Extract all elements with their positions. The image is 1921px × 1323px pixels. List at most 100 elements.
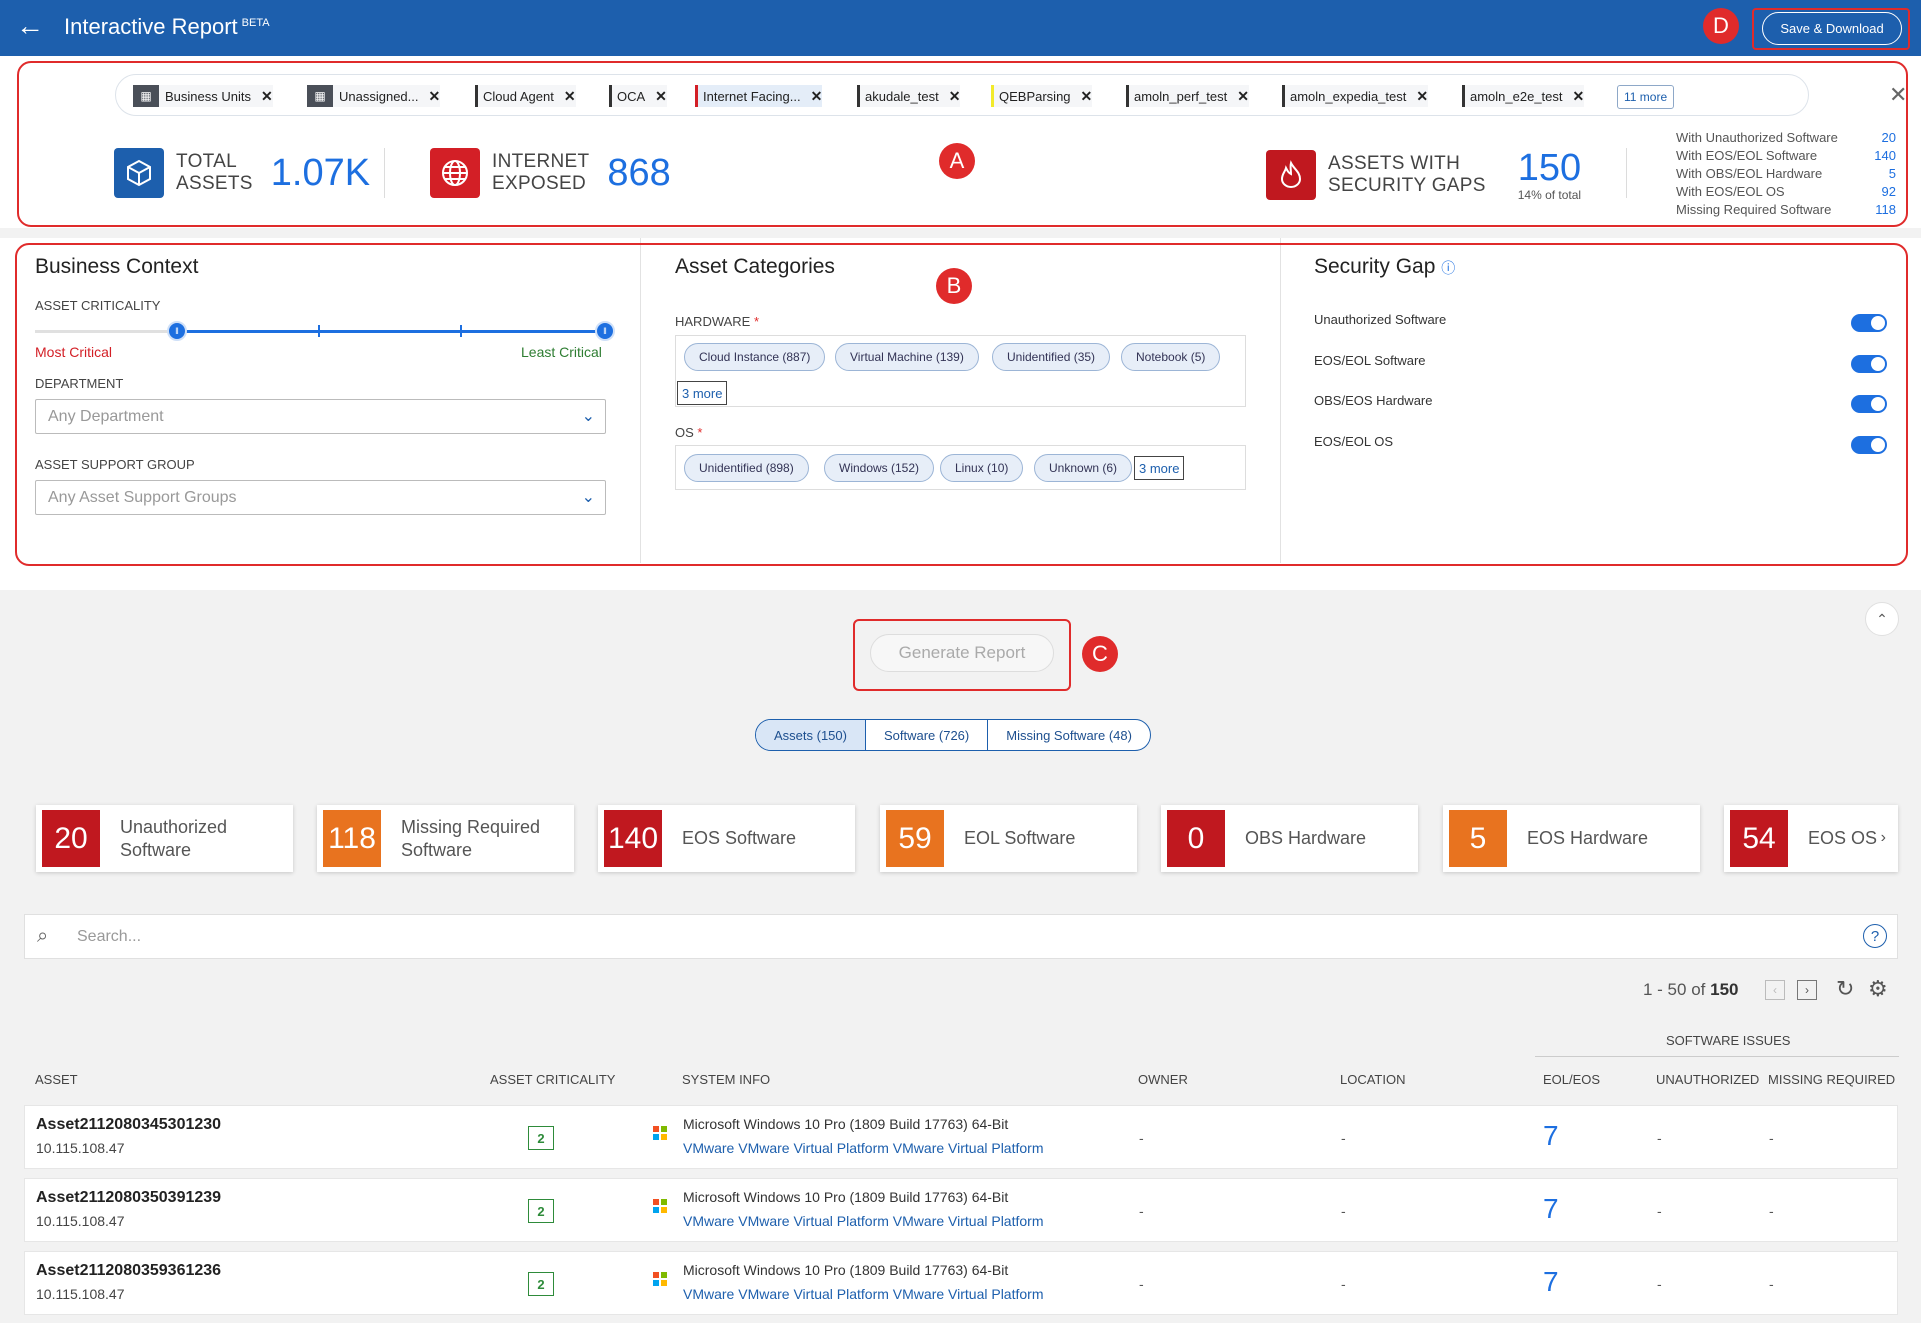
filter-chip[interactable]: Cloud Agent ✕ — [475, 85, 576, 107]
eol-count-link[interactable]: 7 — [1543, 1120, 1559, 1152]
issue-card[interactable]: 0 OBS Hardware — [1161, 805, 1418, 872]
back-arrow-icon[interactable]: ← — [16, 12, 44, 40]
hardware-tag[interactable]: Virtual Machine (139) — [835, 343, 979, 371]
breakdown-row: With EOS/EOL Software 140 — [1676, 148, 1896, 166]
total-assets-stat: TOTAL ASSETS 1.07K — [114, 148, 370, 198]
criticality-min-handle[interactable]: ‖ — [167, 321, 187, 341]
col-owner[interactable]: OWNER — [1138, 1072, 1188, 1087]
more-filters-chip[interactable]: 11 more — [1617, 85, 1675, 109]
card-count: 5 — [1449, 810, 1507, 867]
col-location[interactable]: LOCATION — [1340, 1072, 1406, 1087]
os-tag[interactable]: Unidentified (898) — [684, 454, 809, 482]
table-row[interactable]: Asset2112080359361236 10.115.108.47 2 Mi… — [24, 1251, 1898, 1315]
hardware-tag[interactable]: Unidentified (35) — [992, 343, 1111, 371]
filter-chip-label: Internet Facing... — [703, 88, 801, 104]
owner-value: - — [1139, 1203, 1144, 1219]
col-asset-criticality[interactable]: ASSET CRITICALITY — [490, 1072, 615, 1087]
col-system-info[interactable]: SYSTEM INFO — [682, 1072, 770, 1087]
clear-filters-icon[interactable]: ✕ — [1889, 82, 1907, 108]
remove-chip-icon[interactable]: ✕ — [1573, 88, 1585, 105]
os-label-text: OS — [675, 425, 694, 440]
card-count: 20 — [42, 810, 100, 867]
collapse-chevron-up-icon[interactable]: ⌃ — [1865, 602, 1899, 636]
remove-chip-icon[interactable]: ✕ — [429, 88, 441, 105]
col-asset[interactable]: ASSET — [35, 1072, 78, 1087]
os-tag[interactable]: Linux (10) — [940, 454, 1024, 482]
filter-chip[interactable]: amoln_e2e_test ✕ — [1462, 85, 1585, 107]
gear-icon[interactable]: ⚙ — [1868, 976, 1888, 1002]
os-tag[interactable]: Windows (152) — [824, 454, 935, 482]
hardware-tag[interactable]: Notebook (5) — [1121, 343, 1221, 371]
remove-chip-icon[interactable]: ✕ — [564, 88, 576, 105]
chevron-down-icon: ⌄ — [581, 408, 595, 425]
department-select[interactable]: Any Department ⌄ — [35, 399, 606, 434]
remove-chip-icon[interactable]: ✕ — [1416, 88, 1428, 105]
col-missing-required[interactable]: MISSING REQUIRED — [1768, 1072, 1895, 1087]
toggle-unauthorized[interactable] — [1851, 314, 1887, 332]
issue-card[interactable]: 140 EOS Software — [598, 805, 855, 872]
windows-icon — [653, 1199, 667, 1213]
os-tag[interactable]: Unknown (6) — [1034, 454, 1133, 482]
issue-card[interactable]: 5 EOS Hardware — [1443, 805, 1700, 872]
internet-exposed-label-2: EXPOSED — [492, 173, 586, 194]
remove-chip-icon[interactable]: ✕ — [655, 88, 667, 105]
filter-chip[interactable]: amoln_expedia_test ✕ — [1282, 85, 1429, 107]
filter-chip[interactable]: ▦ Unassigned... ✕ — [307, 85, 441, 107]
filter-chip[interactable]: amoln_perf_test ✕ — [1126, 85, 1249, 107]
issue-card[interactable]: 20 Unauthorized Software — [36, 805, 293, 872]
next-page-icon[interactable]: › — [1797, 980, 1817, 1000]
search-input[interactable] — [77, 923, 1777, 951]
asset-name[interactable]: Asset2112080345301230 — [36, 1116, 221, 1134]
issue-card[interactable]: 59 EOL Software — [880, 805, 1137, 872]
os-more-button[interactable]: 3 more — [1134, 456, 1185, 480]
filter-chip[interactable]: OCA ✕ — [609, 85, 667, 107]
windows-icon — [653, 1126, 667, 1140]
chip-color-bar — [991, 85, 994, 107]
total-assets-label-1: TOTAL — [176, 151, 237, 172]
asset-name[interactable]: Asset2112080359361236 — [36, 1262, 221, 1280]
issue-card[interactable]: 54 EOS OS › — [1724, 805, 1898, 872]
remove-chip-icon[interactable]: ✕ — [261, 88, 273, 105]
toggle-eos-eol-software[interactable] — [1851, 355, 1887, 373]
chip-color-bar — [609, 85, 612, 107]
prev-page-icon[interactable]: ‹ — [1765, 980, 1785, 1000]
eol-count-link[interactable]: 7 — [1543, 1193, 1559, 1225]
table-row[interactable]: Asset2112080350391239 10.115.108.47 2 Mi… — [24, 1178, 1898, 1242]
support-group-select[interactable]: Any Asset Support Groups ⌄ — [35, 480, 606, 515]
unauthorized-value: - — [1657, 1203, 1662, 1219]
remove-chip-icon[interactable]: ✕ — [1081, 88, 1093, 105]
tab-missing-software[interactable]: Missing Software (48) — [988, 720, 1150, 750]
hardware-tag[interactable]: Cloud Instance (887) — [684, 343, 826, 371]
generate-report-button[interactable]: Generate Report — [870, 634, 1054, 672]
filter-chip[interactable]: Internet Facing... ✕ — [695, 85, 823, 107]
security-gaps-label-2: SECURITY GAPS — [1328, 175, 1486, 196]
filter-chip[interactable]: QEBParsing ✕ — [991, 85, 1093, 107]
filter-chip[interactable]: ▦ Business Units ✕ — [133, 85, 273, 107]
toggle-eos-eol-os[interactable] — [1851, 436, 1887, 454]
toggle-obs-eos-hardware[interactable] — [1851, 395, 1887, 413]
save-download-button[interactable]: Save & Download — [1762, 12, 1902, 45]
help-icon[interactable]: ? — [1863, 924, 1887, 948]
eol-count-link[interactable]: 7 — [1543, 1266, 1559, 1298]
asset-name[interactable]: Asset2112080350391239 — [36, 1189, 221, 1207]
security-gaps-value: 150 — [1517, 147, 1582, 189]
refresh-icon[interactable]: ↻ — [1836, 976, 1854, 1002]
filter-chip[interactable]: akudale_test ✕ — [857, 85, 961, 107]
remove-chip-icon[interactable]: ✕ — [949, 88, 961, 105]
platform-link[interactable]: VMware VMware Virtual Platform VMware Vi… — [683, 1213, 1043, 1229]
col-unauthorized[interactable]: UNAUTHORIZED — [1656, 1072, 1759, 1087]
platform-link[interactable]: VMware VMware Virtual Platform VMware Vi… — [683, 1140, 1043, 1156]
table-row[interactable]: Asset2112080345301230 10.115.108.47 2 Mi… — [24, 1105, 1898, 1169]
tab-assets[interactable]: Assets (150) — [756, 720, 866, 750]
platform-link[interactable]: VMware VMware Virtual Platform VMware Vi… — [683, 1286, 1043, 1302]
chevron-right-icon[interactable]: › — [1881, 829, 1886, 847]
hardware-more-button[interactable]: 3 more — [677, 381, 728, 405]
col-eol-eos[interactable]: EOL/EOS — [1543, 1072, 1600, 1087]
breakdown-label: With EOS/EOL OS — [1676, 184, 1785, 199]
remove-chip-icon[interactable]: ✕ — [811, 88, 823, 105]
remove-chip-icon[interactable]: ✕ — [1237, 88, 1249, 105]
info-icon[interactable]: ⓘ — [1441, 260, 1455, 276]
tab-software[interactable]: Software (726) — [866, 720, 989, 750]
criticality-max-handle[interactable]: ‖ — [595, 321, 615, 341]
issue-card[interactable]: 118 Missing Required Software — [317, 805, 574, 872]
